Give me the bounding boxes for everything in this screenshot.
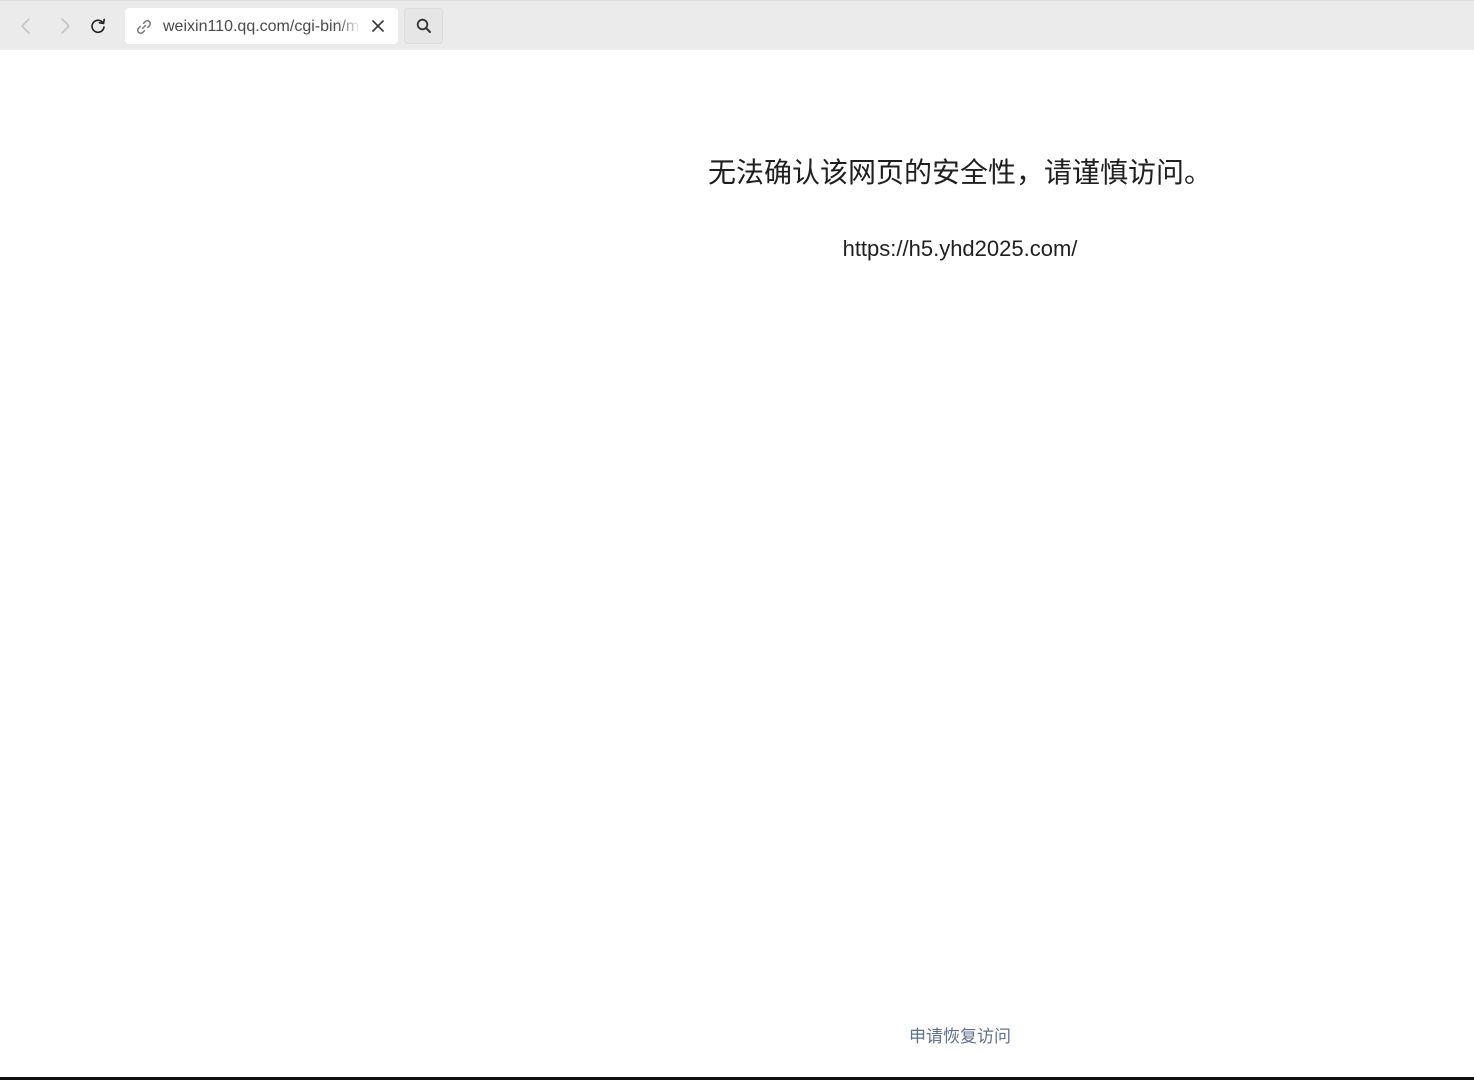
close-icon[interactable]: [369, 17, 387, 35]
reload-button[interactable]: [83, 11, 113, 41]
chevron-right-icon: [61, 18, 70, 34]
reload-icon: [91, 18, 105, 34]
search-icon: [416, 18, 431, 33]
forward-button[interactable]: [50, 11, 80, 41]
address-bar[interactable]: weixin110.qq.com/cgi-bin/mmspamsupport-b…: [125, 8, 398, 44]
browser-toolbar: weixin110.qq.com/cgi-bin/mmspamsupport-b…: [0, 0, 1474, 50]
search-button[interactable]: [404, 8, 443, 44]
blocked-url: https://h5.yhd2025.com/: [842, 236, 1078, 261]
address-bar-url[interactable]: weixin110.qq.com/cgi-bin/mmspamsupport-b…: [163, 16, 361, 38]
appeal-link[interactable]: 申请恢复访问: [860, 1025, 1060, 1049]
link-icon: [137, 20, 151, 34]
warning-title: 无法确认该网页的安全性，请谨慎访问。: [707, 157, 1212, 188]
back-button[interactable]: [11, 11, 41, 41]
chevron-left-icon: [21, 18, 30, 34]
